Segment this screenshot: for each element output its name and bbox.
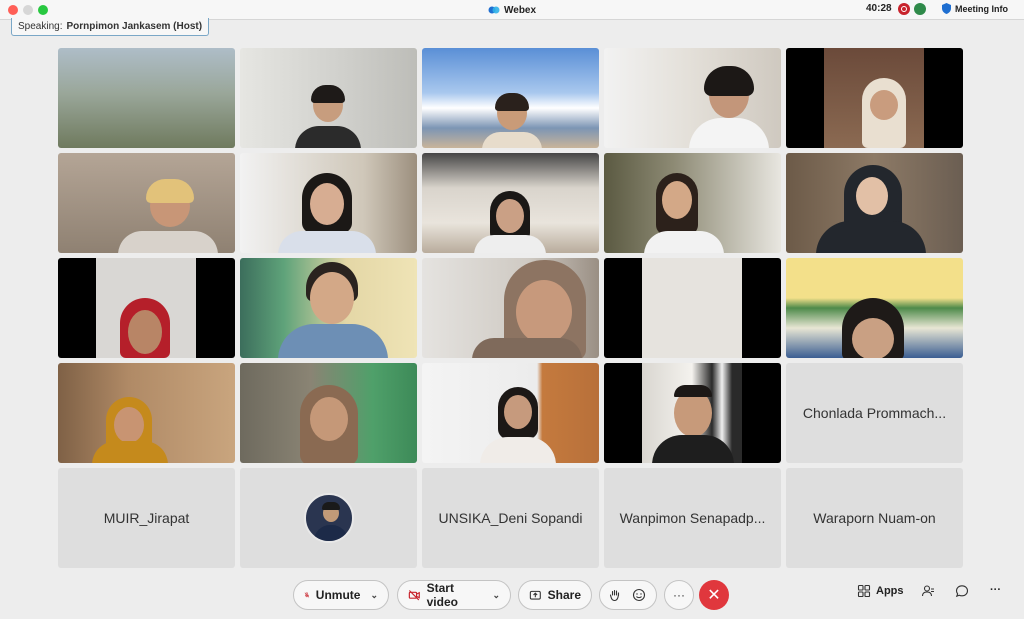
participant-video-tile[interactable] [422,153,599,253]
participant-avatar-tile[interactable] [240,468,417,568]
share-button[interactable]: Share [518,580,592,610]
leave-meeting-button[interactable]: ✕ [699,580,729,610]
more-options-button[interactable]: ··· [664,580,694,610]
unmute-label: Unmute [315,588,361,602]
participant-video-tile[interactable] [422,363,599,463]
participant-video-tile[interactable] [240,363,417,463]
participant-video-tile[interactable] [58,363,235,463]
avatar [303,493,354,543]
participant-video-tile[interactable] [58,258,235,358]
chevron-down-icon[interactable]: ⌄ [370,590,378,601]
start-video-button[interactable]: Start video ⌄ [397,580,511,610]
participant-video-tile[interactable] [604,363,781,463]
close-window-button[interactable] [8,5,18,15]
participant-grid: Chonlada Prommach... MUIR_Jirapat UNSIKA… [58,48,963,568]
participant-video-tile[interactable] [240,153,417,253]
participant-name: Chonlada Prommach... [802,405,947,421]
participant-video-tile[interactable] [786,258,963,358]
participant-video-tile[interactable] [58,153,235,253]
participant-video-tile[interactable] [58,48,235,148]
participant-name: Waraporn Nuam-on [813,510,936,526]
participant-name-tile[interactable]: MUIR_Jirapat [58,468,235,568]
participant-video-tile[interactable] [422,258,599,358]
apps-button[interactable]: Apps [857,584,904,598]
muted-mic-icon [304,592,310,598]
meeting-info-label: Meeting Info [955,3,1008,14]
participant-name: UNSIKA_Deni Sopandi [438,510,583,526]
participants-button[interactable] [921,584,935,598]
participant-name-tile[interactable]: Chonlada Prommach... [786,363,963,463]
chevron-down-icon[interactable]: ⌄ [492,590,500,601]
participant-video-tile[interactable] [422,48,599,148]
meeting-toolbar: Unmute ⌄ Start video ⌄ Share ··· ✕ Apps [0,578,1024,612]
participant-video-tile[interactable] [604,258,781,358]
active-speaker-label: Speaking: Pornpimon Jankasem (Host) [11,18,210,36]
participant-name-tile[interactable]: UNSIKA_Deni Sopandi [422,468,599,568]
recording-icon[interactable] [898,3,910,15]
overflow-menu-button[interactable]: ··· [990,584,1001,596]
speaking-name: Pornpimon Jankasem (Host) [66,21,203,32]
webex-window: Webex 40:28 Meeting Info Speaking: Pornp… [0,0,1024,619]
overflow-label: ··· [990,584,1001,596]
participant-video-tile[interactable] [240,48,417,148]
meeting-info-button[interactable]: Meeting Info [942,3,1008,14]
start-video-label: Start video [426,581,458,609]
participant-video-tile[interactable] [240,258,417,358]
chat-icon [955,585,969,598]
webex-logo-icon [488,6,500,14]
minimize-window-button[interactable] [23,5,33,15]
chat-button[interactable] [955,584,969,598]
app-name: Webex [504,4,537,16]
unmute-button[interactable]: Unmute ⌄ [293,580,389,610]
network-health-icon[interactable] [914,3,926,15]
participant-video-tile[interactable] [604,153,781,253]
apps-icon [857,584,871,598]
app-title: Webex [488,3,536,17]
meeting-timer: 40:28 [866,3,892,14]
shield-icon [942,3,951,14]
emoji-reaction-icon[interactable] [632,588,646,602]
participant-video-tile[interactable] [604,48,781,148]
participant-name-tile[interactable]: Waraporn Nuam-on [786,468,963,568]
maximize-window-button[interactable] [38,5,48,15]
share-icon [529,590,541,600]
raise-hand-icon[interactable] [608,588,622,602]
title-bar: Webex 40:28 Meeting Info [0,0,1024,20]
participant-name-tile[interactable]: Wanpimon Senapadp... [604,468,781,568]
participant-name: MUIR_Jirapat [103,510,190,526]
participant-name: Wanpimon Senapadp... [619,510,766,526]
participant-video-tile[interactable] [786,153,963,253]
share-label: Share [547,588,581,602]
participants-icon [921,585,934,597]
close-icon: ✕ [707,587,721,604]
reactions-group [599,580,657,610]
more-options-label: ··· [673,588,685,602]
apps-label: Apps [876,585,904,597]
video-off-icon [408,590,420,601]
participant-video-tile[interactable] [786,48,963,148]
speaking-prefix: Speaking: [18,21,63,32]
